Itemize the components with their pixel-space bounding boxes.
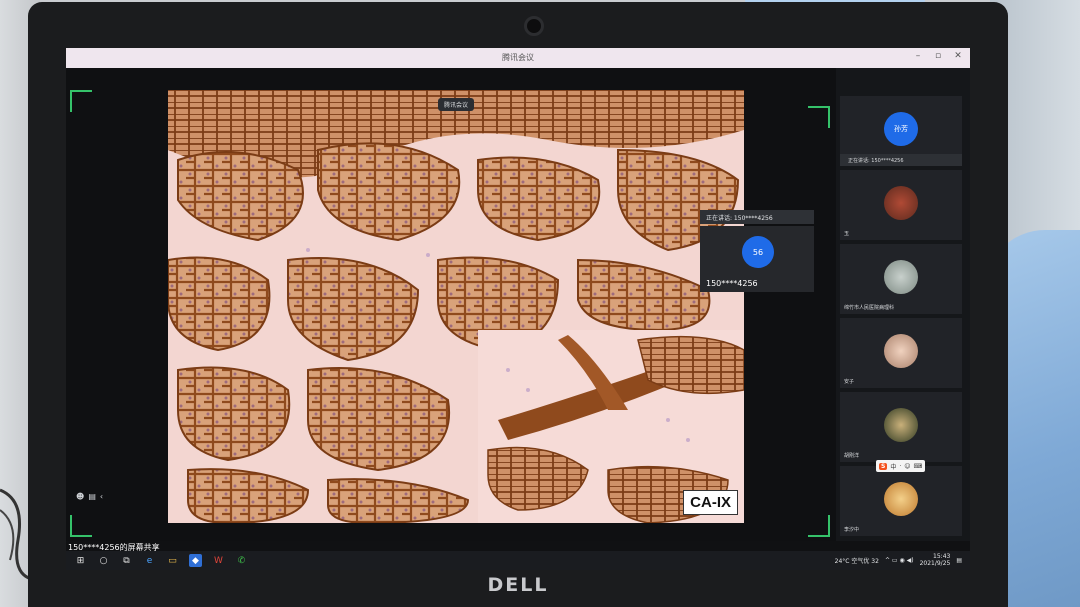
close-icon[interactable]: ✕: [952, 51, 964, 61]
ime-emoji-icon[interactable]: ☺: [904, 463, 910, 470]
edge-icon[interactable]: e: [143, 554, 156, 567]
participant-name: 绵竹市人民医院病理科: [844, 305, 895, 311]
window-title: 腾讯会议: [502, 53, 534, 62]
stain-label: CA-IX: [683, 490, 738, 515]
participant-tile[interactable]: 玉: [840, 170, 962, 240]
minimize-icon[interactable]: –: [912, 51, 924, 61]
participant-name: 胡刚洋: [844, 453, 860, 459]
sogou-logo-icon: S: [879, 462, 888, 470]
participant-tile[interactable]: 绵竹市人民医院病理科: [840, 244, 962, 314]
participant-name: 玉: [844, 231, 850, 237]
window-controls: – ▫ ✕: [912, 51, 964, 61]
pathology-slide-image: CA-IX: [168, 90, 744, 523]
clock-time: 15:43: [933, 553, 951, 560]
start-icon[interactable]: ⊞: [74, 554, 87, 567]
chat-icon[interactable]: ▤: [88, 492, 96, 501]
avatar: [884, 408, 918, 442]
frame-corner-bottom-right: [808, 515, 830, 537]
participant-tile[interactable]: 孙芳 正在讲话: 150****4256: [840, 96, 962, 166]
system-tray: 24°C 空气优 32 ^ ▭ ◉ ◀) 15:43 2021/9/25 ▤: [835, 553, 962, 567]
avatar: 孙芳: [884, 112, 918, 146]
shared-screen-stage: CA-IX 腾讯会议 正在讲话: 150****4256 56 150****4…: [66, 68, 836, 541]
monitor: 腾讯会议 – ▫ ✕ CA-IX 腾讯会议 正在讲话: 150****4256 …: [28, 2, 1008, 607]
participant-tile[interactable]: 胡刚洋: [840, 392, 962, 462]
ime-toolbar[interactable]: S 中 · ☺ ⌨: [876, 460, 926, 472]
emoji-icon[interactable]: ☻: [76, 492, 84, 501]
search-icon[interactable]: ○: [97, 554, 110, 567]
participant-name: 安子: [844, 379, 855, 385]
participant-name: 150****4256: [706, 279, 758, 288]
taskbar: ⊞ ○ ⧉ e ▭ ◆ W ✆ 24°C 空气优 32 ^ ▭ ◉ ◀) 15:…: [66, 551, 970, 570]
participant-tile[interactable]: 安子: [840, 318, 962, 388]
monitor-brand-logo: DELL: [487, 574, 549, 596]
task-view-icon[interactable]: ⧉: [120, 554, 133, 567]
avatar: [884, 482, 918, 516]
screen: 腾讯会议 – ▫ ✕ CA-IX 腾讯会议 正在讲话: 150****4256 …: [66, 48, 970, 570]
frame-corner-top-left: [70, 90, 92, 112]
maximize-icon[interactable]: ▫: [932, 51, 944, 61]
ime-mode[interactable]: 中: [890, 462, 896, 471]
taskbar-apps: ⊞ ○ ⧉ e ▭ ◆ W ✆: [74, 554, 248, 567]
speaking-indicator: 正在讲话: 150****4256: [840, 154, 962, 166]
avatar: 56: [742, 236, 774, 268]
stage-toolbar: ☻ ▤ ‹: [76, 492, 103, 501]
ime-punct-icon[interactable]: ·: [899, 463, 901, 470]
avatar: [884, 334, 918, 368]
window-titlebar: 腾讯会议 – ▫ ✕: [66, 48, 970, 68]
floating-video-tile[interactable]: 56 150****4256: [700, 226, 814, 292]
meeting-app-icon[interactable]: ◆: [189, 554, 202, 567]
avatar: [884, 186, 918, 220]
wechat-icon[interactable]: ✆: [235, 554, 248, 567]
meeting-chip[interactable]: 腾讯会议: [438, 98, 475, 111]
ime-keyboard-icon[interactable]: ⌨: [914, 463, 923, 470]
weather-widget[interactable]: 24°C 空气优 32: [835, 556, 879, 565]
wps-icon[interactable]: W: [212, 554, 225, 567]
folder-icon[interactable]: ▭: [166, 554, 179, 567]
clock[interactable]: 15:43 2021/9/25: [920, 553, 951, 567]
avatar: [884, 260, 918, 294]
speaking-indicator: 正在讲话: 150****4256: [700, 210, 814, 224]
clock-date: 2021/9/25: [919, 560, 951, 567]
notification-icon[interactable]: ▤: [956, 557, 962, 564]
frame-corner-top-right: [808, 106, 830, 128]
webcam-icon: [524, 16, 544, 36]
tray-icons[interactable]: ^ ▭ ◉ ◀): [885, 557, 914, 564]
participant-name: 李汐中: [844, 527, 860, 533]
participant-tile[interactable]: 李汐中: [840, 466, 962, 536]
chevron-left-icon[interactable]: ‹: [100, 492, 103, 501]
participant-panel: 孙芳 正在讲话: 150****4256 玉 绵竹市人民医院病理科 安子 胡刚洋: [836, 68, 970, 541]
frame-corner-bottom-left: [70, 515, 92, 537]
